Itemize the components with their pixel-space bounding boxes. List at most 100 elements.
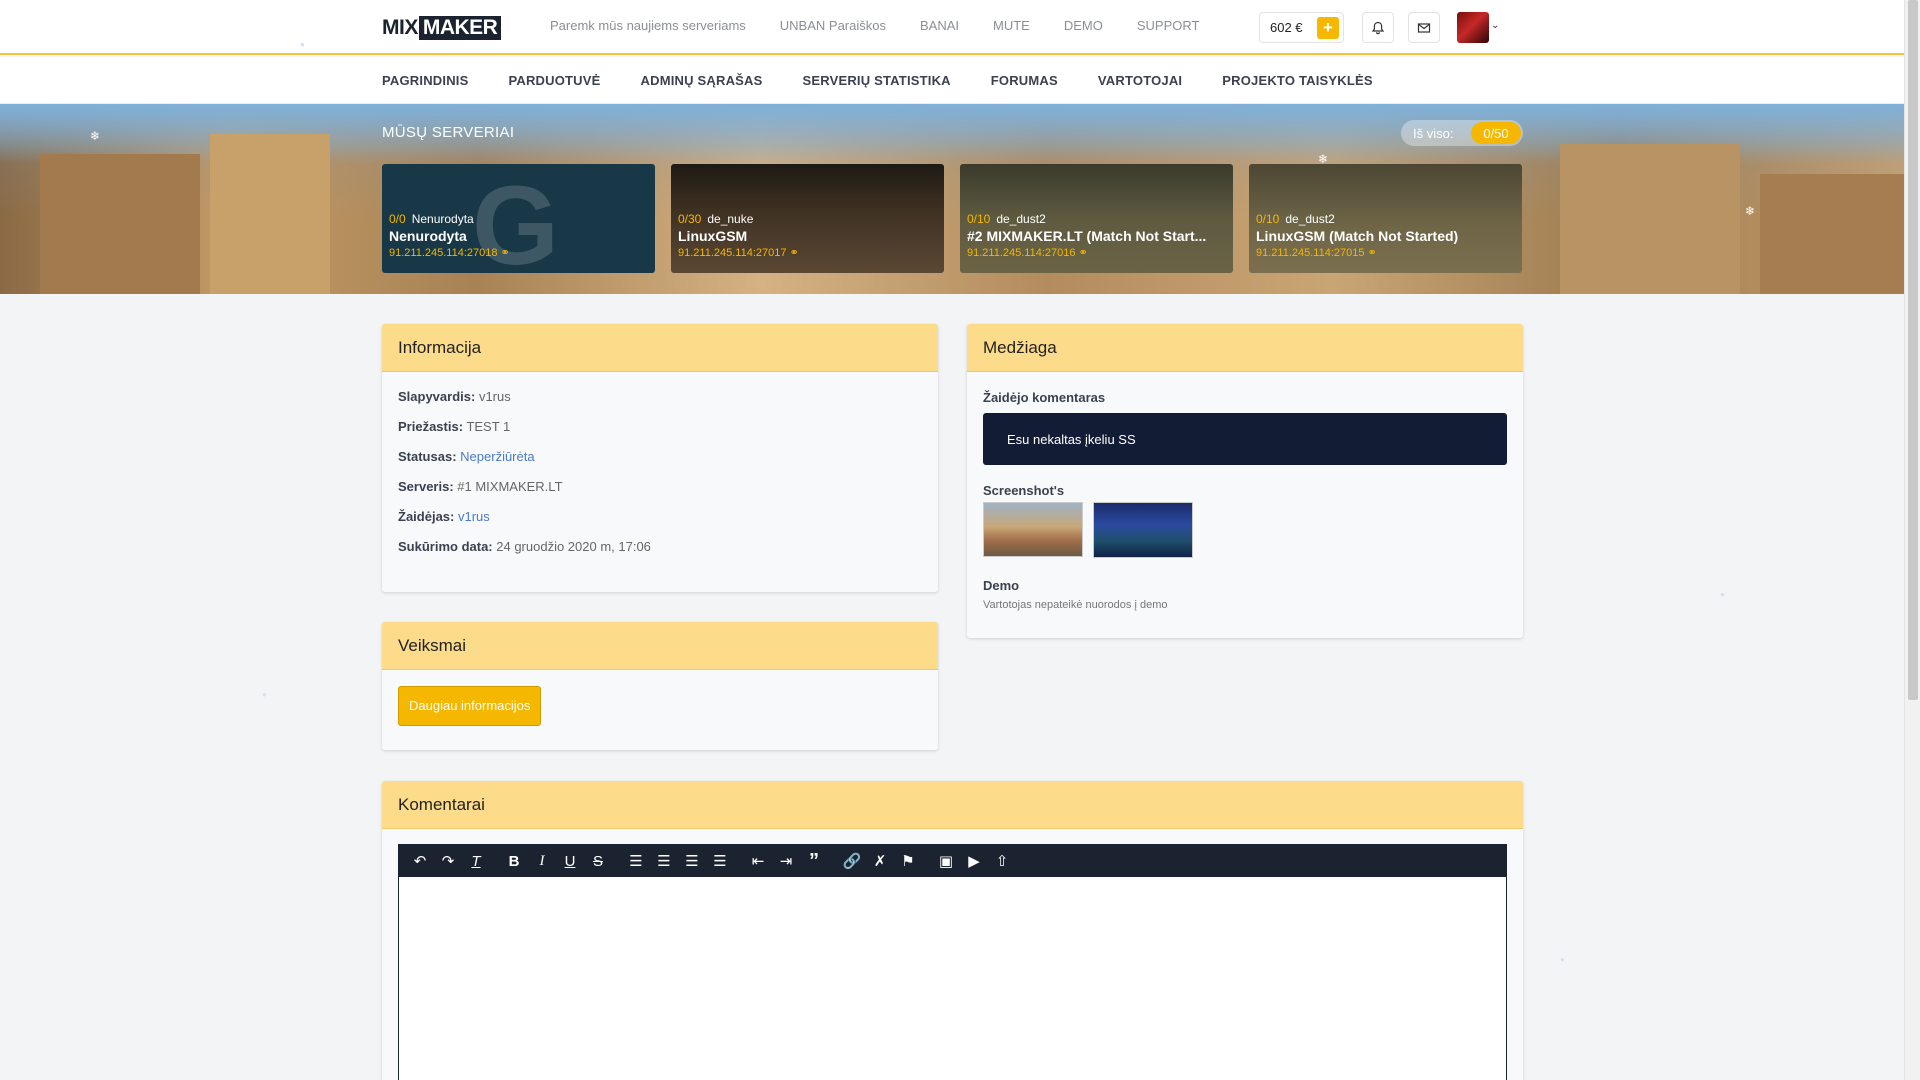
- link-icon[interactable]: 🔗: [839, 848, 865, 874]
- nav-shop[interactable]: PARDUOTUVĖ: [508, 73, 600, 88]
- link-icon[interactable]: ⚭: [1078, 247, 1087, 259]
- page-scrollbar[interactable]: [1904, 0, 1920, 1080]
- topnav-support-us[interactable]: Paremk mūs naujiems serveriams: [550, 18, 746, 33]
- topnav-support[interactable]: SUPPORT: [1137, 18, 1200, 33]
- upload-icon[interactable]: ⇧: [989, 848, 1015, 874]
- server-map: de_dust2: [996, 212, 1046, 226]
- screenshots-label: Screenshot's: [983, 483, 1065, 498]
- info-row-server: Serveris: #1 MIXMAKER.LT: [398, 472, 922, 502]
- server-name: Nenurodyta: [389, 228, 467, 244]
- info-label: Sukūrimo data:: [398, 539, 493, 554]
- link-icon[interactable]: ⚭: [1367, 247, 1376, 259]
- editor-toolbar: ↶ ↷ T B I U S ☰ ☰ ☰ ☰ ⇤ ⇥ ” 🔗 ✗ ⚑ ▣ ▶ ⇧: [399, 845, 1506, 877]
- info-label: Slapyvardis:: [398, 389, 476, 404]
- nav-server-stats[interactable]: SERVERIŲ STATISTIKA: [803, 73, 951, 88]
- align-justify-icon[interactable]: ☰: [707, 848, 733, 874]
- topnav-demo[interactable]: DEMO: [1064, 18, 1103, 33]
- site-logo[interactable]: MIX MAKER: [382, 16, 502, 40]
- media-card-title: Medžiaga: [967, 324, 1523, 372]
- more-info-button[interactable]: Daugiau informacijos: [398, 686, 542, 726]
- link-icon[interactable]: ⚭: [789, 247, 798, 259]
- info-label: Serveris:: [398, 479, 454, 494]
- servers-banner: MŪSŲ SERVERIAI Iš viso: 0/50 G 0/0 Nenuro…: [0, 104, 1904, 294]
- nav-home[interactable]: PAGRINDINIS: [382, 73, 468, 88]
- topnav-mute[interactable]: MUTE: [993, 18, 1030, 33]
- italic-icon[interactable]: I: [529, 848, 555, 874]
- bold-icon[interactable]: B: [501, 848, 527, 874]
- server-ip: 91.211.245.114:27017: [678, 247, 787, 259]
- topnav-unban[interactable]: UNBAN Paraiškos: [780, 18, 886, 33]
- server-map: de_nuke: [707, 212, 754, 226]
- align-center-icon[interactable]: ☰: [651, 848, 677, 874]
- indent-icon[interactable]: ⇥: [773, 848, 799, 874]
- nav-admin-list[interactable]: ADMINŲ SĄRAŠAS: [641, 73, 763, 88]
- server-name: LinuxGSM (Match Not Started): [1256, 228, 1459, 244]
- video-icon[interactable]: ▶: [961, 848, 987, 874]
- banner-building: [40, 154, 200, 294]
- info-row-status: Statusas: Neperžiūrėta: [398, 442, 922, 472]
- comment-editor: ↶ ↷ T B I U S ☰ ☰ ☰ ☰ ⇤ ⇥ ” 🔗 ✗ ⚑ ▣ ▶ ⇧: [398, 844, 1507, 1080]
- image-icon[interactable]: ▣: [933, 848, 959, 874]
- logo-text-mix: MIX: [382, 16, 418, 39]
- undo-icon[interactable]: ↶: [407, 848, 433, 874]
- comment-label: Žaidėjo komentaras: [983, 390, 1106, 405]
- server-ip: 91.211.245.114:27018: [389, 247, 498, 259]
- top-nav: Paremk mūs naujiems serveriams UNBAN Par…: [550, 18, 1199, 33]
- align-right-icon[interactable]: ☰: [679, 848, 705, 874]
- screenshot-thumbnail[interactable]: [983, 502, 1083, 557]
- server-players: 0/10: [967, 212, 991, 226]
- info-card-title: Informacija: [382, 324, 938, 372]
- screenshots-list: [983, 502, 1507, 558]
- link-icon[interactable]: ⚭: [500, 247, 509, 259]
- user-avatar[interactable]: [1457, 12, 1489, 43]
- snowflake-icon: ❄: [90, 129, 101, 143]
- outdent-icon[interactable]: ⇤: [745, 848, 771, 874]
- underline-icon[interactable]: U: [557, 848, 583, 874]
- balance-display[interactable]: 602 € +: [1259, 12, 1344, 43]
- snowflake-icon: ●: [1560, 955, 1565, 964]
- messages-button[interactable]: [1408, 12, 1440, 43]
- server-players: 0/0: [389, 212, 406, 226]
- blockquote-icon[interactable]: ”: [801, 848, 827, 874]
- nav-rules[interactable]: PROJEKTO TAISYKLĖS: [1222, 73, 1372, 88]
- info-row-nickname: Slapyvardis: v1rus: [398, 382, 922, 412]
- info-label: Žaidėjas:: [398, 509, 455, 524]
- server-card[interactable]: 0/30 de_nuke LinuxGSM 91.211.245.114:2701…: [671, 164, 944, 273]
- info-label: Priežastis:: [398, 419, 464, 434]
- demo-label: Demo: [983, 578, 1020, 593]
- bookmark-icon[interactable]: ⚑: [895, 848, 921, 874]
- add-funds-button[interactable]: +: [1317, 17, 1339, 39]
- server-card[interactable]: 0/10 de_dust2 LinuxGSM (Match Not Started…: [1249, 164, 1522, 273]
- redo-icon[interactable]: ↷: [435, 848, 461, 874]
- nav-users[interactable]: VARTOTOJAI: [1098, 73, 1182, 88]
- demo-note: Vartotojas nepateikė nuorodos į demo: [983, 599, 1168, 611]
- clear-format-icon[interactable]: T: [463, 848, 489, 874]
- strikethrough-icon[interactable]: S: [585, 848, 611, 874]
- topnav-bans[interactable]: BANAI: [920, 18, 959, 33]
- server-ip: 91.211.245.114:27015: [1256, 247, 1365, 259]
- info-value: 24 gruodžio 2020 m, 17:06: [496, 539, 651, 554]
- editor-content-area[interactable]: [399, 877, 1506, 1080]
- actions-card: Veiksmai Daugiau informacijos: [382, 622, 938, 750]
- align-left-icon[interactable]: ☰: [623, 848, 649, 874]
- media-card: Medžiaga Žaidėjo komentaras Esu nekaltas…: [967, 324, 1523, 638]
- nav-forum[interactable]: FORUMAS: [991, 73, 1058, 88]
- server-card[interactable]: 0/10 de_dust2 #2 MIXMAKER.LT (Match Not S…: [960, 164, 1233, 273]
- player-link[interactable]: v1rus: [458, 509, 490, 524]
- notifications-button[interactable]: [1362, 12, 1394, 43]
- server-players: 0/10: [1256, 212, 1280, 226]
- server-card[interactable]: G 0/0 Nenurodyta Nenurodyta 91.211.245.11…: [382, 164, 655, 273]
- server-players: 0/30: [678, 212, 702, 226]
- total-label: Iš viso:: [1413, 125, 1454, 141]
- screenshot-thumbnail[interactable]: [1093, 502, 1193, 558]
- info-row-created: Sukūrimo data: 24 gruodžio 2020 m, 17:06: [398, 532, 922, 562]
- scrollbar-thumb[interactable]: [1908, 0, 1918, 700]
- info-value: #1 MIXMAKER.LT: [457, 479, 563, 494]
- servers-total: Iš viso: 0/50: [1401, 120, 1523, 146]
- banner-building: [1560, 144, 1740, 294]
- player-comment: Esu nekaltas įkeliu SS: [983, 413, 1507, 465]
- unlink-icon[interactable]: ✗: [867, 848, 893, 874]
- chevron-down-icon[interactable]: ⌄: [1491, 20, 1499, 31]
- server-map: Nenurodyta: [411, 212, 474, 226]
- actions-card-title: Veiksmai: [382, 622, 938, 670]
